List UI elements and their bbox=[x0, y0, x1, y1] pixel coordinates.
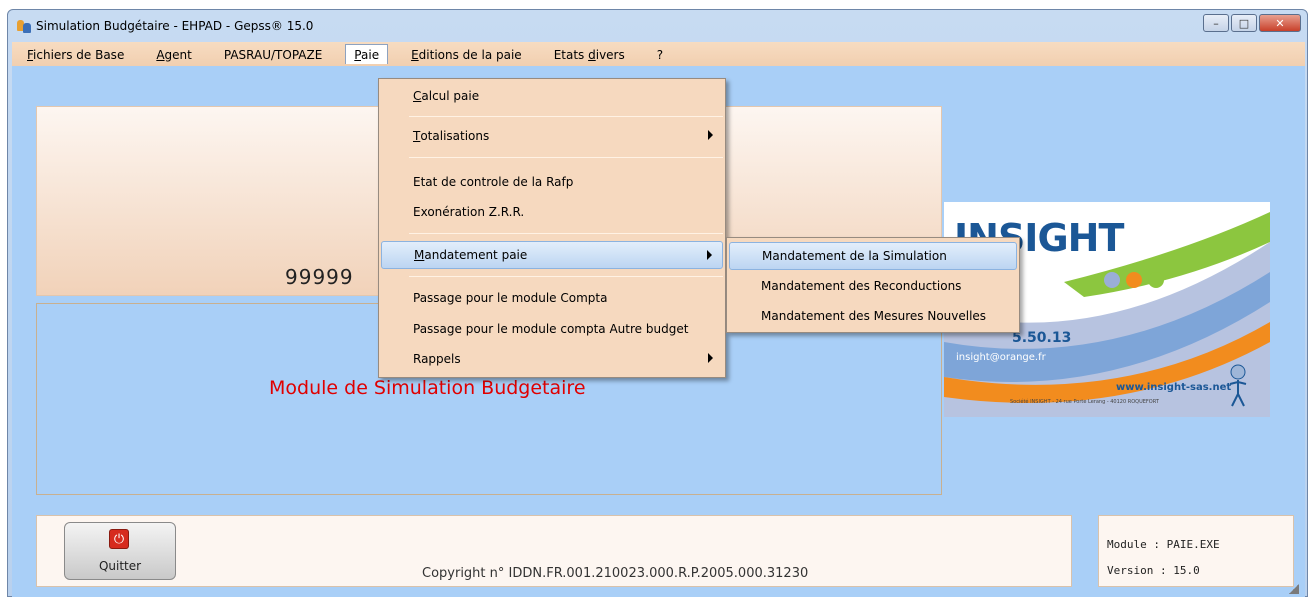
version-line: Version : 15.0 bbox=[1107, 564, 1200, 577]
menu-item-passage-compta-autre-budget[interactable]: Passage pour le module compta Autre budg… bbox=[381, 315, 723, 343]
menu-item-exoneration-zrr[interactable]: Exonération Z.R.R. bbox=[381, 198, 723, 226]
power-icon: ⏻ bbox=[109, 529, 129, 549]
submenu-arrow-icon bbox=[707, 250, 712, 260]
maximize-button[interactable]: □ bbox=[1231, 14, 1257, 32]
resize-grip[interactable] bbox=[1289, 584, 1299, 594]
paie-dropdown-menu: Calcul paie Totalisations Etat de contro… bbox=[378, 78, 726, 378]
menu-fichiers-de-base[interactable]: Fichiers de Base bbox=[18, 44, 133, 64]
menu-pasrau-topaze[interactable]: PASRAU/TOPAZE bbox=[215, 44, 331, 64]
submenu-arrow-icon bbox=[708, 130, 713, 140]
logo-dots bbox=[1104, 272, 1164, 288]
logo-dot-blue bbox=[1104, 272, 1120, 288]
app-people-icon bbox=[16, 18, 32, 34]
module-info-panel: Module : PAIE.EXE Version : 15.0 bbox=[1098, 515, 1294, 587]
menu-item-rappels[interactable]: Rappels bbox=[381, 345, 723, 373]
close-button[interactable]: ✕ bbox=[1259, 14, 1301, 32]
quit-label: Quitter bbox=[98, 559, 142, 573]
menu-help[interactable]: ? bbox=[648, 44, 672, 64]
menu-separator bbox=[409, 116, 723, 117]
window-title: Simulation Budgétaire - EHPAD - Gepss® 1… bbox=[36, 19, 314, 33]
logo-phone: 5.50.13 bbox=[1012, 330, 1072, 346]
minimize-button[interactable]: – bbox=[1203, 14, 1229, 32]
menu-separator bbox=[409, 233, 723, 234]
menu-item-mandatement-reconductions[interactable]: Mandatement des Reconductions bbox=[729, 272, 1017, 300]
menu-agent[interactable]: Agent bbox=[147, 44, 201, 64]
window-controls: – □ ✕ bbox=[1203, 14, 1301, 32]
establishment-number: 99999 bbox=[285, 265, 354, 289]
mandatement-submenu: Mandatement de la Simulation Mandatement… bbox=[726, 237, 1020, 333]
menu-item-etat-controle-rafp[interactable]: Etat de controle de la Rafp bbox=[381, 168, 723, 196]
menu-etats-divers[interactable]: Etats divers bbox=[545, 44, 634, 64]
logo-email: insight@orange.fr bbox=[956, 352, 1046, 363]
quit-button[interactable]: ⏻ Quitter bbox=[64, 522, 176, 580]
logo-website: www.insight-sas.net bbox=[1116, 382, 1232, 393]
menu-editions-de-la-paie[interactable]: Editions de la paie bbox=[402, 44, 531, 64]
menu-item-passage-module-compta[interactable]: Passage pour le module Compta bbox=[381, 284, 723, 312]
menu-paie[interactable]: Paie bbox=[345, 44, 389, 64]
menu-item-totalisations[interactable]: Totalisations bbox=[381, 122, 723, 150]
title-bar: Simulation Budgétaire - EHPAD - Gepss® 1… bbox=[8, 10, 1307, 42]
menu-item-calcul-paie[interactable]: Calcul paie bbox=[381, 82, 723, 110]
logo-dot-green bbox=[1148, 272, 1164, 288]
menu-item-mandatement-simulation[interactable]: Mandatement de la Simulation bbox=[729, 242, 1017, 270]
submenu-arrow-icon bbox=[708, 353, 713, 363]
logo-address: Société INSIGHT - 24 rue Porte Lerang - … bbox=[1010, 399, 1159, 405]
menu-separator bbox=[409, 276, 723, 277]
logo-dot-orange bbox=[1126, 272, 1142, 288]
menu-item-mandatement-paie[interactable]: Mandatement paie bbox=[381, 241, 723, 269]
copyright-text: Copyright n° IDDN.FR.001.210023.000.R.P.… bbox=[422, 566, 809, 581]
menu-item-mandatement-mesures-nouvelles[interactable]: Mandatement des Mesures Nouvelles bbox=[729, 302, 1017, 330]
module-line: Module : PAIE.EXE bbox=[1107, 538, 1220, 551]
menu-separator bbox=[409, 157, 723, 158]
module-title: Module de Simulation Budgetaire bbox=[269, 377, 586, 399]
menu-bar: Fichiers de Base Agent PASRAU/TOPAZE Pai… bbox=[12, 42, 1305, 66]
atlas-figure-icon bbox=[1229, 364, 1247, 407]
